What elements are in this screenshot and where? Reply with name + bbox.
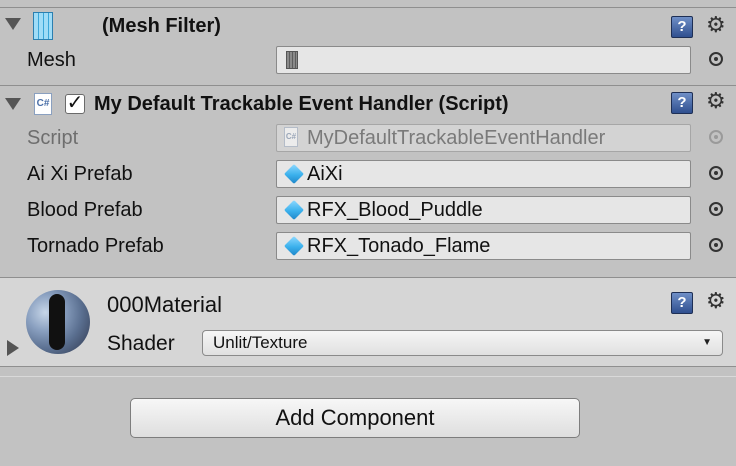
shader-label: Shader [107,332,175,355]
gear-icon[interactable]: ⚙ [706,90,726,112]
mesh-field[interactable] [276,46,691,74]
blood-prefab-label: Blood Prefab [27,199,143,221]
tornado-prefab-value: RFX_Tonado_Flame [307,235,491,257]
divider [0,366,736,367]
script-label: Script [27,127,79,149]
prefab-cube-icon [284,200,304,220]
object-picker-icon[interactable] [709,166,723,180]
mesh-filter-icon [33,12,53,40]
help-icon[interactable]: ? [671,16,693,38]
mesh-filter-title: (Mesh Filter) [102,15,221,37]
ai-xi-prefab-field[interactable]: AiXi [276,160,691,188]
material-name: 000Material [107,292,222,317]
script-field: C# MyDefaultTrackableEventHandler [276,124,691,152]
chevron-down-icon: ▼ [702,337,712,348]
divider [0,376,736,377]
gear-icon[interactable]: ⚙ [706,14,726,36]
prefab-cube-icon [284,236,304,256]
mesh-icon [286,51,298,69]
object-picker-icon[interactable] [709,202,723,216]
csharp-script-icon: C# [34,93,52,115]
ai-xi-prefab-value: AiXi [307,163,343,185]
script-component-title: My Default Trackable Event Handler (Scri… [94,93,509,115]
script-enabled-checkbox[interactable]: ✓ [65,93,85,114]
prefab-cube-icon [284,164,304,184]
blood-prefab-field[interactable]: RFX_Blood_Puddle [276,196,691,224]
help-icon[interactable]: ? [671,292,693,314]
foldout-arrow-material[interactable] [7,340,19,356]
tornado-prefab-field[interactable]: RFX_Tonado_Flame [276,232,691,260]
object-picker-icon [709,130,723,144]
mesh-label: Mesh [27,49,76,71]
material-preview-thumbnail [26,290,90,354]
add-component-button[interactable]: Add Component [130,398,580,438]
shader-value: Unlit/Texture [213,333,308,352]
foldout-arrow-script[interactable] [5,98,21,110]
object-picker-icon[interactable] [709,52,723,66]
csharp-script-icon: C# [284,127,298,147]
material-preview-shape [49,294,65,350]
ai-xi-prefab-label: Ai Xi Prefab [27,163,133,185]
foldout-arrow-mesh-filter[interactable] [5,18,21,30]
gear-icon[interactable]: ⚙ [706,290,726,312]
tornado-prefab-label: Tornado Prefab [27,235,164,257]
help-icon[interactable]: ? [671,92,693,114]
object-picker-icon[interactable] [709,238,723,252]
divider [0,85,736,86]
divider [0,7,736,8]
shader-dropdown[interactable]: Unlit/Texture ▼ [202,330,723,356]
blood-prefab-value: RFX_Blood_Puddle [307,199,483,221]
script-value: MyDefaultTrackableEventHandler [307,127,606,149]
